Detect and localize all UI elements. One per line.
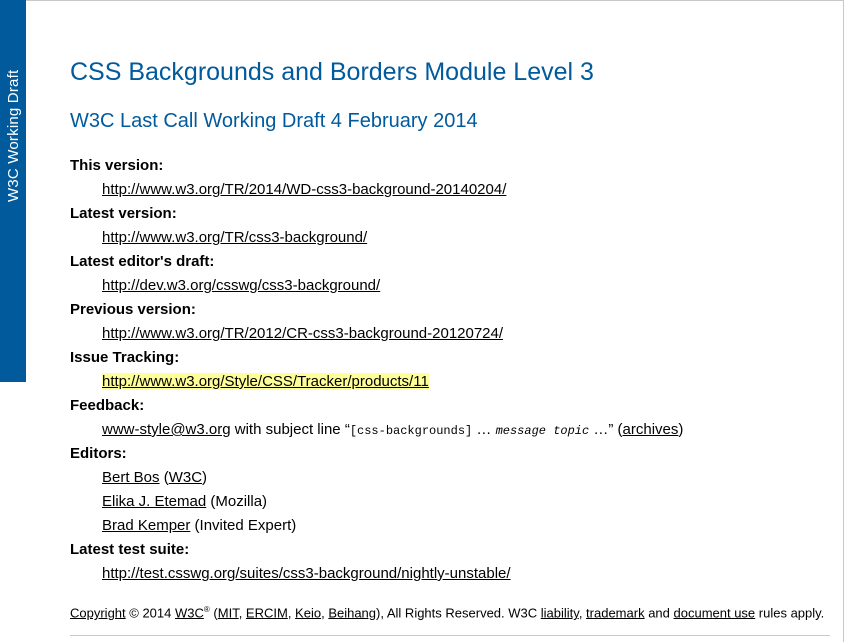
keio-link[interactable]: Keio xyxy=(295,605,321,620)
page-subtitle: W3C Last Call Working Draft 4 February 2… xyxy=(70,110,478,132)
editor-name-link[interactable]: Brad Kemper xyxy=(102,517,190,534)
top-border xyxy=(26,0,844,1)
test-suite-link[interactable]: http://test.csswg.org/suites/css3-backgr… xyxy=(102,565,511,582)
editor-item: Bert Bos (W3C) xyxy=(102,469,208,486)
beihang-link[interactable]: Beihang xyxy=(328,605,376,620)
w3c-link[interactable]: W3C xyxy=(175,605,204,620)
issue-tracking-label: Issue Tracking: xyxy=(70,349,180,366)
subject-tag: [css-backgrounds] xyxy=(349,424,473,438)
document-use-link[interactable]: document use xyxy=(674,605,756,620)
trademark-link[interactable]: trademark xyxy=(586,605,645,620)
editors-draft-label: Latest editor's draft: xyxy=(70,253,215,270)
editor-item: Elika J. Etemad (Mozilla) xyxy=(102,493,268,510)
issue-tracking-link[interactable]: http://www.w3.org/Style/CSS/Tracker/prod… xyxy=(102,373,429,390)
copyright-notice: Copyright © 2014 W3C® (MIT, ERCIM, Keio,… xyxy=(70,605,825,621)
liability-link[interactable]: liability xyxy=(541,605,579,620)
editor-org-link[interactable]: W3C xyxy=(169,469,202,486)
horizontal-rule xyxy=(70,635,830,636)
this-version-label: This version: xyxy=(70,157,164,174)
document-metadata: This version: http://www.w3.org/TR/2014/… xyxy=(70,154,683,586)
mit-link[interactable]: MIT xyxy=(218,605,239,620)
latest-version-link[interactable]: http://www.w3.org/TR/css3-background/ xyxy=(102,229,367,246)
w3c-working-draft-logo[interactable]: W3C Working Draft xyxy=(0,0,26,382)
previous-version-link[interactable]: http://www.w3.org/TR/2012/CR-css3-backgr… xyxy=(102,325,503,342)
archives-link[interactable]: archives xyxy=(623,421,679,438)
message-topic: message topic xyxy=(495,424,590,438)
logo-label: W3C Working Draft xyxy=(5,69,22,202)
feedback-label: Feedback: xyxy=(70,397,145,414)
page-title: CSS Backgrounds and Borders Module Level… xyxy=(70,58,594,86)
editor-item: Brad Kemper (Invited Expert) xyxy=(102,517,297,534)
editors-label: Editors: xyxy=(70,445,127,462)
feedback-line: www-style@w3.org with subject line “[css… xyxy=(102,421,684,438)
feedback-email-link[interactable]: www-style@w3.org xyxy=(102,421,231,438)
editors-draft-link[interactable]: http://dev.w3.org/csswg/css3-background/ xyxy=(102,277,380,294)
test-suite-label: Latest test suite: xyxy=(70,541,190,558)
previous-version-label: Previous version: xyxy=(70,301,196,318)
latest-version-label: Latest version: xyxy=(70,205,177,222)
ercim-link[interactable]: ERCIM xyxy=(246,605,288,620)
this-version-link[interactable]: http://www.w3.org/TR/2014/WD-css3-backgr… xyxy=(102,181,506,198)
copyright-link[interactable]: Copyright xyxy=(70,605,126,620)
editor-name-link[interactable]: Elika J. Etemad xyxy=(102,493,206,510)
editor-name-link[interactable]: Bert Bos xyxy=(102,469,160,486)
